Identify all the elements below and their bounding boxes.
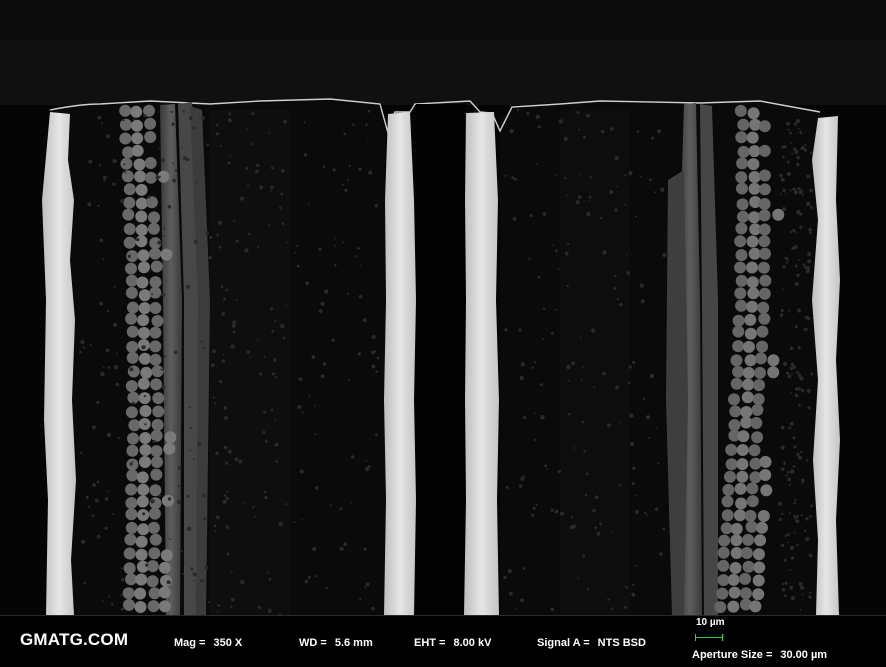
aperture-size: Aperture Size = 30.00 µm	[692, 649, 827, 661]
sem-databar: GMATG.COM Mag = 350 X WD = 5.6 mm EHT = 8.0…	[0, 615, 886, 667]
signal-value: NTS BSD	[597, 637, 646, 649]
eht-value: 8.00 kV	[453, 637, 492, 649]
eht-label: EHT =	[414, 637, 446, 649]
mag-value: 350 X	[213, 637, 243, 649]
via-hole	[416, 104, 466, 615]
eht-voltage: EHT = 8.00 kV	[414, 637, 491, 649]
wd-label: WD =	[299, 637, 327, 649]
working-distance: WD = 5.6 mm	[299, 637, 373, 649]
via-barrel-left	[384, 112, 416, 615]
via-barrel-right	[464, 112, 499, 615]
top-region	[0, 0, 886, 40]
aperture-value: 30.00 µm	[780, 649, 828, 661]
scalebar-tick-right	[722, 634, 723, 641]
scalebar-line	[695, 637, 723, 638]
mount-region	[0, 40, 886, 105]
scalebar-label: 10 µm	[696, 617, 725, 628]
scalebar-tick-left	[695, 634, 696, 641]
mag-label: Mag =	[174, 637, 206, 649]
signal-label: Signal A =	[537, 637, 590, 649]
sem-micrograph	[0, 0, 886, 615]
wd-value: 5.6 mm	[334, 637, 373, 649]
magnification: Mag = 350 X	[174, 637, 242, 649]
scalebar	[695, 634, 723, 641]
resin-band-right	[560, 110, 630, 615]
brand-label: GMATG.COM	[20, 630, 129, 649]
signal-detector: Signal A = NTS BSD	[537, 637, 646, 649]
resin-band-left	[210, 110, 290, 615]
aperture-label: Aperture Size =	[692, 649, 773, 661]
